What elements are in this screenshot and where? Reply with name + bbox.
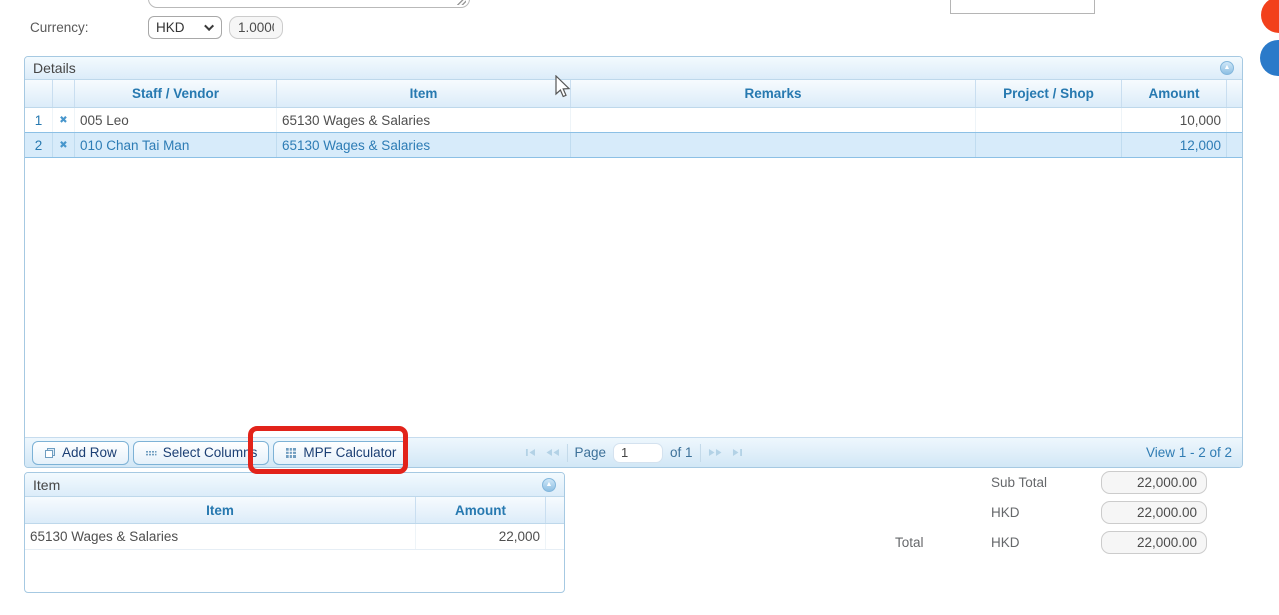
staff-vendor-cell: 010 Chan Tai Man [75, 133, 277, 157]
project-shop-cell [976, 108, 1122, 132]
base-currency-row: HKD [991, 501, 1207, 524]
column-header-item[interactable]: Item [25, 497, 416, 523]
view-status: View 1 - 2 of 2 [1146, 445, 1239, 460]
pager-separator [566, 444, 567, 462]
column-header-amount[interactable]: Amount [416, 497, 546, 523]
amount-cell: 10,000 [1122, 108, 1227, 132]
remarks-cell [571, 133, 976, 157]
table-row[interactable]: 2 ✖ 010 Chan Tai Man 65130 Wages & Salar… [25, 132, 1242, 158]
base-currency-label: HKD [991, 505, 1101, 520]
item-cell: 65130 Wages & Salaries [25, 524, 416, 549]
column-header-spacer [546, 497, 564, 523]
column-header-remarks[interactable]: Remarks [571, 80, 976, 107]
column-header-spacer [1227, 80, 1242, 107]
pager: Page of 1 [524, 443, 742, 463]
last-page-icon[interactable] [730, 447, 743, 458]
total-row: Total HKD [895, 531, 1207, 554]
details-toolbar: Add Row Select Columns [25, 437, 1242, 467]
collapse-item-icon[interactable]: ▲ [542, 478, 556, 492]
spacer-cell [1227, 108, 1242, 132]
select-columns-icon [145, 447, 157, 459]
column-header-staff-vendor[interactable]: Staff / Vendor [75, 80, 277, 107]
row-number: 1 [25, 108, 53, 132]
table-row[interactable]: 1 ✖ 005 Leo 65130 Wages & Salaries 10,00… [25, 108, 1242, 133]
mpf-calculator-button[interactable]: MPF Calculator [273, 441, 408, 465]
currency-select-value: HKD [156, 20, 185, 35]
mpf-calculator-icon [285, 447, 297, 459]
item-panel-title: Item [33, 477, 60, 493]
add-row-label: Add Row [62, 445, 117, 460]
description-textarea[interactable] [148, 0, 470, 8]
pager-separator [700, 444, 701, 462]
amount-cell: 22,000 [416, 524, 546, 549]
top-right-field[interactable] [950, 0, 1095, 14]
exchange-rate-field[interactable] [229, 16, 283, 39]
subtotal-label: Sub Total [991, 475, 1101, 490]
subtotal-row: Sub Total [991, 471, 1207, 494]
column-header-delete [53, 80, 75, 107]
details-panel-header: Details ▲ [25, 57, 1242, 80]
remarks-cell [571, 108, 976, 132]
floating-red-button[interactable] [1261, 0, 1279, 33]
page-label: Page [574, 445, 606, 460]
add-row-button[interactable]: Add Row [32, 441, 129, 465]
item-grid-header: Item Amount [25, 497, 564, 524]
page-of-label: of 1 [670, 445, 693, 460]
details-panel: Details ▲ Staff / Vendor Item Remarks Pr… [24, 56, 1243, 468]
page-number-input[interactable] [613, 443, 663, 463]
column-header-amount[interactable]: Amount [1122, 80, 1227, 107]
column-header-item[interactable]: Item [277, 80, 571, 107]
select-columns-button[interactable]: Select Columns [133, 441, 270, 465]
currency-label: Currency: [30, 20, 89, 35]
delete-row-icon[interactable]: ✖ [53, 108, 75, 132]
item-cell: 65130 Wages & Salaries [277, 133, 571, 157]
prev-page-icon[interactable] [544, 447, 559, 458]
item-panel-header: Item ▲ [25, 473, 564, 497]
spacer-cell [1227, 133, 1242, 157]
add-row-icon [44, 447, 56, 459]
base-currency-field[interactable] [1101, 501, 1207, 524]
details-grid-header: Staff / Vendor Item Remarks Project / Sh… [25, 80, 1242, 108]
spacer-cell [546, 524, 564, 549]
subtotal-field[interactable] [1101, 471, 1207, 494]
row-number: 2 [25, 133, 53, 157]
staff-vendor-cell: 005 Leo [75, 108, 277, 132]
column-header-project-shop[interactable]: Project / Shop [976, 80, 1122, 107]
select-columns-label: Select Columns [163, 445, 258, 460]
resize-grip-icon[interactable] [456, 0, 466, 5]
delete-row-icon[interactable]: ✖ [53, 133, 75, 157]
total-currency-label: HKD [991, 535, 1101, 550]
currency-select[interactable]: HKD [148, 16, 222, 39]
chevron-down-icon [204, 21, 214, 31]
item-cell: 65130 Wages & Salaries [277, 108, 571, 132]
project-shop-cell [976, 133, 1122, 157]
item-summary-panel: Item ▲ Item Amount 65130 Wages & Salarie… [24, 472, 565, 593]
payroll-entry-screen: Currency: HKD Details ▲ Staff / Vendor I… [0, 0, 1279, 615]
floating-blue-button[interactable] [1260, 40, 1279, 76]
total-label: Total [895, 535, 991, 550]
details-panel-title: Details [33, 60, 76, 76]
table-row[interactable]: 65130 Wages & Salaries 22,000 [25, 524, 564, 550]
amount-cell: 12,000 [1122, 133, 1227, 157]
column-header-rownum [25, 80, 53, 107]
collapse-details-icon[interactable]: ▲ [1220, 61, 1234, 75]
next-page-icon[interactable] [708, 447, 723, 458]
first-page-icon[interactable] [524, 447, 537, 458]
mpf-calculator-label: MPF Calculator [303, 445, 396, 460]
total-field[interactable] [1101, 531, 1207, 554]
